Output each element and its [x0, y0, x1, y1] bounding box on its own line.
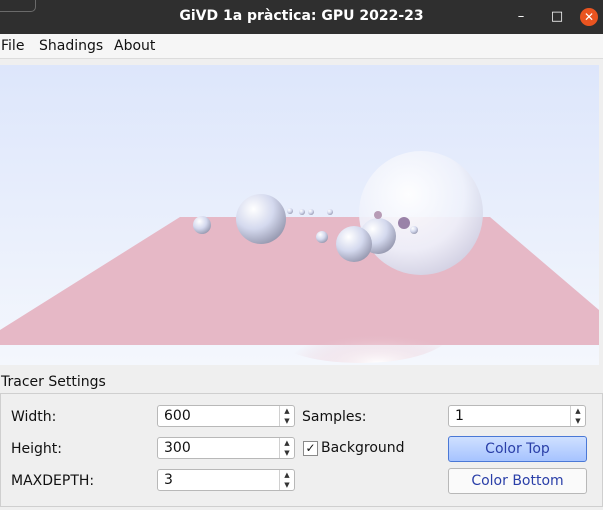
render-image	[0, 65, 599, 365]
tiny-sphere-4	[327, 209, 333, 215]
menu-shadings[interactable]: Shadings	[39, 38, 103, 54]
floor-light-spot	[270, 303, 450, 363]
background-checkbox[interactable]: ✓	[303, 441, 318, 456]
maxdepth-spinbox[interactable]: 3 ▲ ▼	[157, 469, 295, 491]
close-button[interactable]: ✕	[580, 8, 598, 26]
tiny-sphere	[410, 226, 418, 234]
small-purple-sphere	[398, 217, 410, 229]
menu-bar: File Shadings About	[0, 34, 603, 59]
medium-sphere	[236, 194, 286, 244]
width-value: 600	[164, 408, 191, 424]
samples-value: 1	[455, 408, 464, 424]
spin-arrows-icon[interactable]: ▲ ▼	[279, 406, 294, 426]
menu-about[interactable]: About	[114, 38, 155, 54]
color-bottom-button[interactable]: Color Bottom	[448, 468, 587, 494]
height-spinbox[interactable]: 300 ▲ ▼	[157, 437, 295, 459]
small-sphere	[316, 231, 328, 243]
maximize-button[interactable]: □	[548, 8, 566, 26]
width-spinbox[interactable]: 600 ▲ ▼	[157, 405, 295, 427]
menu-file[interactable]: File	[1, 38, 24, 54]
render-viewport[interactable]	[0, 65, 599, 365]
samples-spinbox[interactable]: 1 ▲ ▼	[448, 405, 586, 427]
background-label[interactable]: Background	[321, 440, 405, 456]
section-title: Tracer Settings	[1, 374, 106, 390]
medium-sphere-front	[336, 226, 372, 262]
spin-arrows-icon[interactable]: ▲ ▼	[570, 406, 585, 426]
width-label: Width:	[11, 409, 57, 425]
title-bar: GiVD 1a pràctica: GPU 2022-23 – □ ✕	[0, 0, 603, 34]
tiny-sphere-2	[299, 209, 305, 215]
spin-arrows-icon[interactable]: ▲ ▼	[279, 438, 294, 458]
spin-arrows-icon[interactable]: ▲ ▼	[279, 470, 294, 490]
tiny-sphere-1	[287, 208, 293, 214]
small-sphere-left	[193, 216, 211, 234]
tiny-sphere-back	[374, 211, 382, 219]
height-value: 300	[164, 440, 191, 456]
samples-label: Samples:	[302, 409, 367, 425]
tiny-sphere-3	[308, 209, 314, 215]
maxdepth-label: MAXDEPTH:	[11, 473, 95, 489]
maxdepth-value: 3	[164, 472, 173, 488]
minimize-button[interactable]: –	[512, 8, 530, 26]
height-label: Height:	[11, 441, 62, 457]
color-top-button[interactable]: Color Top	[448, 436, 587, 462]
checkmark-icon: ✓	[305, 441, 316, 455]
